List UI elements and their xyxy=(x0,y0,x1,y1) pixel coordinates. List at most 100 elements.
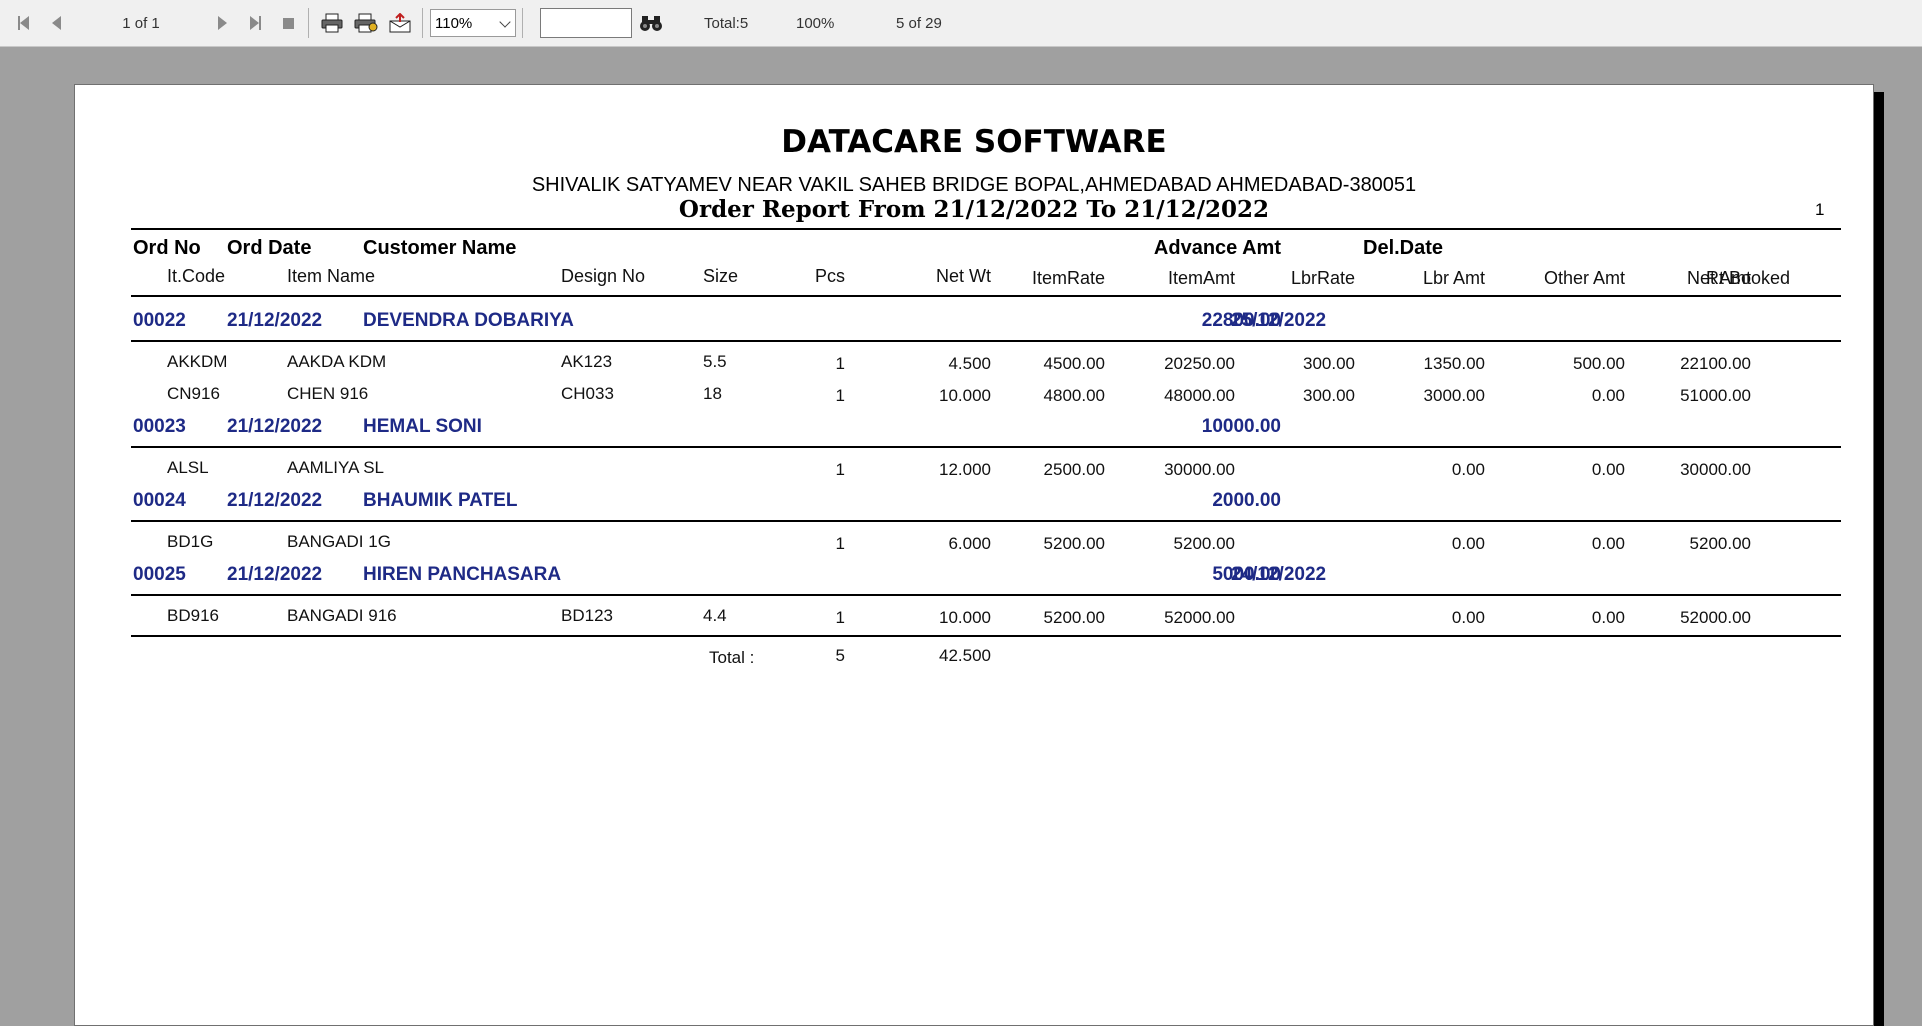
item-name: BANGADI 916 xyxy=(287,606,397,625)
zoom-select[interactable]: 110% xyxy=(430,9,516,37)
pcs: 1 xyxy=(835,460,845,479)
page-number: 1 xyxy=(1815,200,1825,219)
last-page-icon xyxy=(258,16,261,30)
col-header-ord-no: Ord No xyxy=(133,237,201,259)
item-code: BD1G xyxy=(167,532,214,551)
order-date: 21/12/2022 xyxy=(227,564,323,585)
item-name: AAMLIYA SL xyxy=(287,458,385,477)
item-amt: 30000.00 xyxy=(1164,460,1235,479)
binoculars-icon xyxy=(640,16,662,31)
page-indicator-text: 1 of 1 xyxy=(122,14,160,32)
printer-icon xyxy=(321,13,343,33)
col-header-pcs: Pcs xyxy=(814,266,845,286)
design-no: CH033 xyxy=(561,384,614,403)
find-button[interactable] xyxy=(638,10,664,36)
order-no: 00025 xyxy=(133,564,186,585)
first-page-button[interactable] xyxy=(10,10,36,36)
zoom-value: 110% xyxy=(435,14,473,32)
printer-setup-icon xyxy=(354,13,378,33)
total-net-wt: 42.500 xyxy=(939,646,991,665)
design-no: BD123 xyxy=(561,606,613,625)
export-icon xyxy=(389,13,411,33)
col-header-item-name: Item Name xyxy=(287,266,376,286)
viewer-toolbar: 1 of 1 110% Total:5 100% 5 of 29 xyxy=(0,0,1922,47)
last-page-button[interactable] xyxy=(242,10,268,36)
size: 4.4 xyxy=(703,606,727,625)
group-rule xyxy=(131,446,1841,448)
item-code: AKKDM xyxy=(167,352,228,371)
item-code: BD916 xyxy=(167,606,219,625)
net-amt: 5200.00 xyxy=(1689,534,1751,553)
item-rate: 4800.00 xyxy=(1043,386,1105,405)
totals-rule xyxy=(131,635,1841,637)
group-rule xyxy=(131,520,1841,522)
col-header-it-code: It.Code xyxy=(167,266,226,286)
export-button[interactable] xyxy=(386,10,414,36)
pcs: 1 xyxy=(835,534,845,553)
company-address: SHIVALIK SATYAMEV NEAR VAKIL SAHEB BRIDG… xyxy=(531,174,1417,196)
lbr-amt: 0.00 xyxy=(1451,608,1485,627)
report-page: DATACARE SOFTWARE SHIVALIK SATYAMEV NEAR… xyxy=(74,84,1874,1026)
percent-label: 100% xyxy=(796,10,846,36)
stop-button[interactable] xyxy=(276,10,300,36)
item-amt: 5200.00 xyxy=(1173,534,1235,553)
item-rate: 5200.00 xyxy=(1043,608,1105,627)
del-date: 25/12/2022 xyxy=(1231,310,1327,331)
order-date: 21/12/2022 xyxy=(227,310,323,331)
pcs: 1 xyxy=(835,386,845,405)
item-name: CHEN 916 xyxy=(287,384,369,403)
other-amt: 0.00 xyxy=(1591,608,1625,627)
item-amt: 52000.00 xyxy=(1164,608,1235,627)
customer-name: BHAUMIK PATEL xyxy=(363,490,518,511)
col-header-rt-booked: Rt Booked xyxy=(1706,268,1791,288)
size: 5.5 xyxy=(703,352,727,371)
search-input[interactable] xyxy=(540,8,632,38)
print-button[interactable] xyxy=(318,10,346,36)
order-date: 21/12/2022 xyxy=(227,490,323,511)
item-name: BANGADI 1G xyxy=(287,532,391,551)
net-wt: 10.000 xyxy=(939,386,991,405)
previous-page-button[interactable] xyxy=(44,10,68,36)
col-header-item-amt: ItemAmt xyxy=(1167,268,1235,288)
lbr-amt: 0.00 xyxy=(1451,460,1485,479)
percent-label-text: 100% xyxy=(796,14,835,32)
pcs: 1 xyxy=(835,608,845,627)
other-amt: 500.00 xyxy=(1573,354,1625,373)
lbr-rate: 300.00 xyxy=(1303,386,1355,405)
previous-page-icon xyxy=(51,16,61,30)
total-label-text: Total:5 xyxy=(704,14,749,32)
other-amt: 0.00 xyxy=(1591,386,1625,405)
first-page-arrow-icon xyxy=(19,16,29,30)
customer-name: HIREN PANCHASARA xyxy=(363,564,562,585)
company-title: DATACARE SOFTWARE xyxy=(781,124,1167,160)
lbr-amt: 1350.00 xyxy=(1423,354,1485,373)
item-rate: 2500.00 xyxy=(1043,460,1105,479)
last-page-arrow-icon xyxy=(249,16,259,30)
advance-amt: 10000.00 xyxy=(1201,416,1281,437)
header-bottom-rule xyxy=(131,295,1841,297)
other-amt: 0.00 xyxy=(1591,534,1625,553)
group-rule xyxy=(131,340,1841,342)
page-indicator: 1 of 1 xyxy=(100,10,182,36)
lbr-rate: 300.00 xyxy=(1303,354,1355,373)
item-code: ALSL xyxy=(167,458,209,477)
net-amt: 22100.00 xyxy=(1680,354,1751,373)
col-header-item-rate: ItemRate xyxy=(1031,268,1105,288)
record-label-text: 5 of 29 xyxy=(896,14,942,32)
next-page-button[interactable] xyxy=(210,10,234,36)
col-header-customer-name: Customer Name xyxy=(363,237,517,259)
next-page-icon xyxy=(217,16,227,30)
toolbar-separator xyxy=(308,8,309,38)
net-amt: 51000.00 xyxy=(1680,386,1751,405)
total-label: Total:5 xyxy=(704,10,760,36)
item-amt: 20250.00 xyxy=(1164,354,1235,373)
net-wt: 4.500 xyxy=(948,354,991,373)
del-date: 24/12/2022 xyxy=(1231,564,1327,585)
net-wt: 12.000 xyxy=(939,460,991,479)
total-label: Total : xyxy=(709,648,755,667)
print-setup-button[interactable] xyxy=(352,10,380,36)
customer-name: DEVENDRA DOBARIYA xyxy=(363,310,574,331)
advance-amt: 2000.00 xyxy=(1212,490,1281,511)
stop-icon xyxy=(282,17,294,29)
net-wt: 6.000 xyxy=(948,534,991,553)
